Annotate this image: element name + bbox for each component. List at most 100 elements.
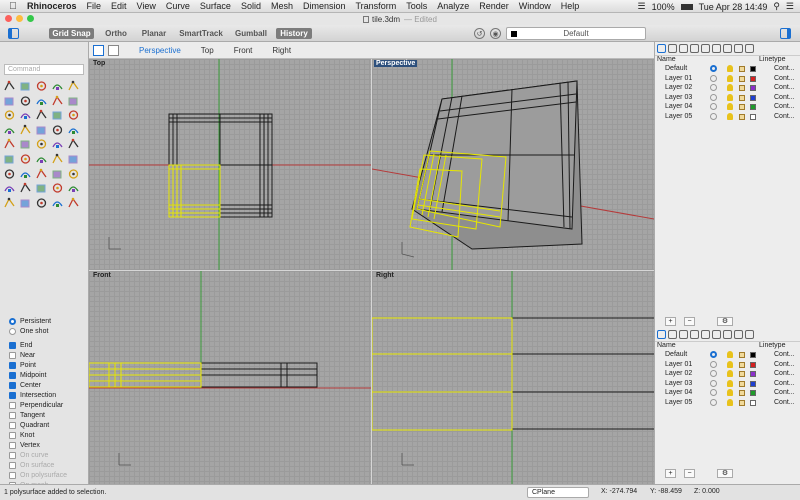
help-tab-icon[interactable]: [745, 44, 754, 53]
layer-lock-icon[interactable]: [739, 390, 745, 397]
layer-row[interactable]: Layer 01 Cont...: [655, 74, 800, 84]
options-tool-icon[interactable]: [67, 197, 81, 210]
layer-visibility-bulb-icon[interactable]: [727, 398, 733, 406]
layer-color-swatch[interactable]: [750, 104, 756, 111]
layer-row-2[interactable]: Layer 02 Cont...: [655, 369, 800, 379]
layer-row-2[interactable]: Layer 01 Cont...: [655, 360, 800, 370]
lights-tab-icon[interactable]: [723, 44, 732, 53]
checkbox-icon[interactable]: [9, 341, 16, 349]
explode-tool-icon[interactable]: [35, 153, 49, 166]
select-arrow-tool-icon[interactable]: [3, 80, 17, 93]
tab-perspective[interactable]: Perspective: [129, 46, 191, 55]
layer-name[interactable]: Layer 05: [665, 399, 692, 406]
checkbox-icon[interactable]: [9, 391, 16, 399]
osnap-quadrant[interactable]: Quadrant: [9, 420, 89, 430]
viewport-perspective[interactable]: Perspective: [372, 59, 654, 270]
layer-linetype[interactable]: Cont...: [774, 370, 795, 377]
command-input[interactable]: Command: [4, 64, 84, 75]
layer-row[interactable]: Layer 02 Cont...: [655, 83, 800, 93]
notification-icon[interactable]: ☰: [786, 1, 794, 12]
current-layer-radio-icon[interactable]: [710, 112, 717, 120]
layer-color-swatch[interactable]: [750, 352, 756, 358]
battery-label[interactable]: 100%: [652, 2, 675, 12]
layer-visibility-bulb-icon[interactable]: [727, 74, 733, 82]
menu-analyze[interactable]: Analyze: [432, 1, 474, 11]
osnap-tangent[interactable]: Tangent: [9, 410, 89, 420]
layer-row[interactable]: Layer 03 Cont...: [655, 93, 800, 103]
layer-lock-icon[interactable]: [739, 113, 745, 120]
menu-surface[interactable]: Surface: [195, 1, 236, 11]
layer-visibility-bulb-icon[interactable]: [727, 93, 733, 101]
array-tool-icon[interactable]: [3, 153, 17, 166]
layer-lock-icon[interactable]: [739, 380, 745, 387]
layer-visibility-bulb-icon[interactable]: [727, 379, 733, 387]
layer-linetype[interactable]: Cont...: [774, 399, 795, 406]
layer-row-2[interactable]: Layer 05 Cont...: [655, 398, 800, 408]
checkbox-icon[interactable]: [9, 351, 16, 359]
join-tool-icon[interactable]: [19, 153, 33, 166]
layer-name[interactable]: Layer 05: [665, 113, 692, 120]
layer-visibility-bulb-icon[interactable]: [727, 360, 733, 368]
app-menu[interactable]: Rhinoceros: [22, 1, 82, 11]
layer-linetype[interactable]: Cont...: [774, 389, 795, 396]
layer-lock-icon[interactable]: [739, 352, 745, 358]
display-tab-icon-2[interactable]: [679, 330, 688, 339]
layer-lock-icon[interactable]: [739, 75, 745, 82]
layer-color-swatch[interactable]: [750, 371, 756, 378]
light-tool-icon[interactable]: [35, 182, 49, 195]
layer-name[interactable]: Layer 02: [665, 84, 692, 91]
layer-linetype[interactable]: Cont...: [774, 84, 795, 91]
grid-tool-icon[interactable]: [3, 197, 17, 210]
layer-visibility-bulb-icon[interactable]: [727, 65, 733, 72]
textures-tab-icon[interactable]: [712, 44, 721, 53]
viewport-right[interactable]: Right: [372, 271, 654, 484]
checkbox-icon[interactable]: [9, 381, 16, 389]
history-tool-icon[interactable]: [51, 197, 65, 210]
left-sidebar-toggle-icon[interactable]: [8, 28, 19, 39]
layer-visibility-bulb-icon[interactable]: [727, 84, 733, 92]
gumball-toggle[interactable]: Gumball: [231, 28, 271, 39]
viewport-front[interactable]: Front: [89, 271, 371, 484]
layer-name[interactable]: Layer 03: [665, 380, 692, 387]
layer-lock-icon[interactable]: [739, 66, 745, 72]
layer-row[interactable]: Default Cont...: [655, 64, 800, 74]
layer-linetype[interactable]: Cont...: [774, 361, 795, 368]
menu-file[interactable]: File: [82, 1, 107, 11]
current-layer-select[interactable]: Default: [506, 27, 646, 40]
viewport-title-perspective[interactable]: Perspective: [374, 60, 418, 67]
layer-visibility-bulb-icon[interactable]: [727, 370, 733, 378]
layer-name[interactable]: Layer 02: [665, 370, 692, 377]
render-tab-icon[interactable]: [734, 44, 743, 53]
materials-tab-icon[interactable]: [690, 44, 699, 53]
layer-name[interactable]: Layer 04: [665, 389, 692, 396]
scale-tool-icon[interactable]: [51, 138, 65, 151]
material-tool-icon[interactable]: [19, 182, 33, 195]
layers-tab-icon[interactable]: [657, 44, 666, 53]
layer-linetype[interactable]: Cont...: [774, 113, 795, 120]
cylinder-tool-icon[interactable]: [19, 124, 33, 137]
layer-color-swatch[interactable]: [750, 85, 756, 92]
current-layer-radio-icon[interactable]: [710, 93, 717, 101]
checkbox-icon[interactable]: [9, 371, 16, 379]
wifi-icon[interactable]: ☰: [638, 1, 646, 12]
menu-render[interactable]: Render: [474, 1, 514, 11]
zoom-window-button[interactable]: [27, 15, 34, 22]
current-layer-radio-icon[interactable]: [710, 389, 717, 397]
viewport-title-top[interactable]: Top: [91, 60, 107, 67]
radio-icon[interactable]: [9, 317, 16, 325]
viewport-title-front[interactable]: Front: [91, 272, 113, 279]
render-tool-icon[interactable]: [3, 182, 17, 195]
radio-icon[interactable]: [9, 327, 16, 335]
layer-row-2[interactable]: Layer 04 Cont...: [655, 388, 800, 398]
rebuild-tool-icon[interactable]: [67, 80, 81, 93]
layer-linetype[interactable]: Cont...: [774, 75, 795, 82]
analyze-tool-icon[interactable]: [3, 168, 17, 181]
layer-options-gear-icon-2[interactable]: ⚙: [717, 468, 733, 478]
layer-linetype[interactable]: Cont...: [774, 351, 795, 358]
group-tool-icon[interactable]: [51, 168, 65, 181]
tab-front[interactable]: Front: [224, 46, 263, 55]
help-tool-icon[interactable]: [67, 182, 81, 195]
menu-transform[interactable]: Transform: [351, 1, 402, 11]
checkbox-icon[interactable]: [9, 421, 16, 429]
layer-visibility-bulb-icon[interactable]: [727, 389, 733, 397]
